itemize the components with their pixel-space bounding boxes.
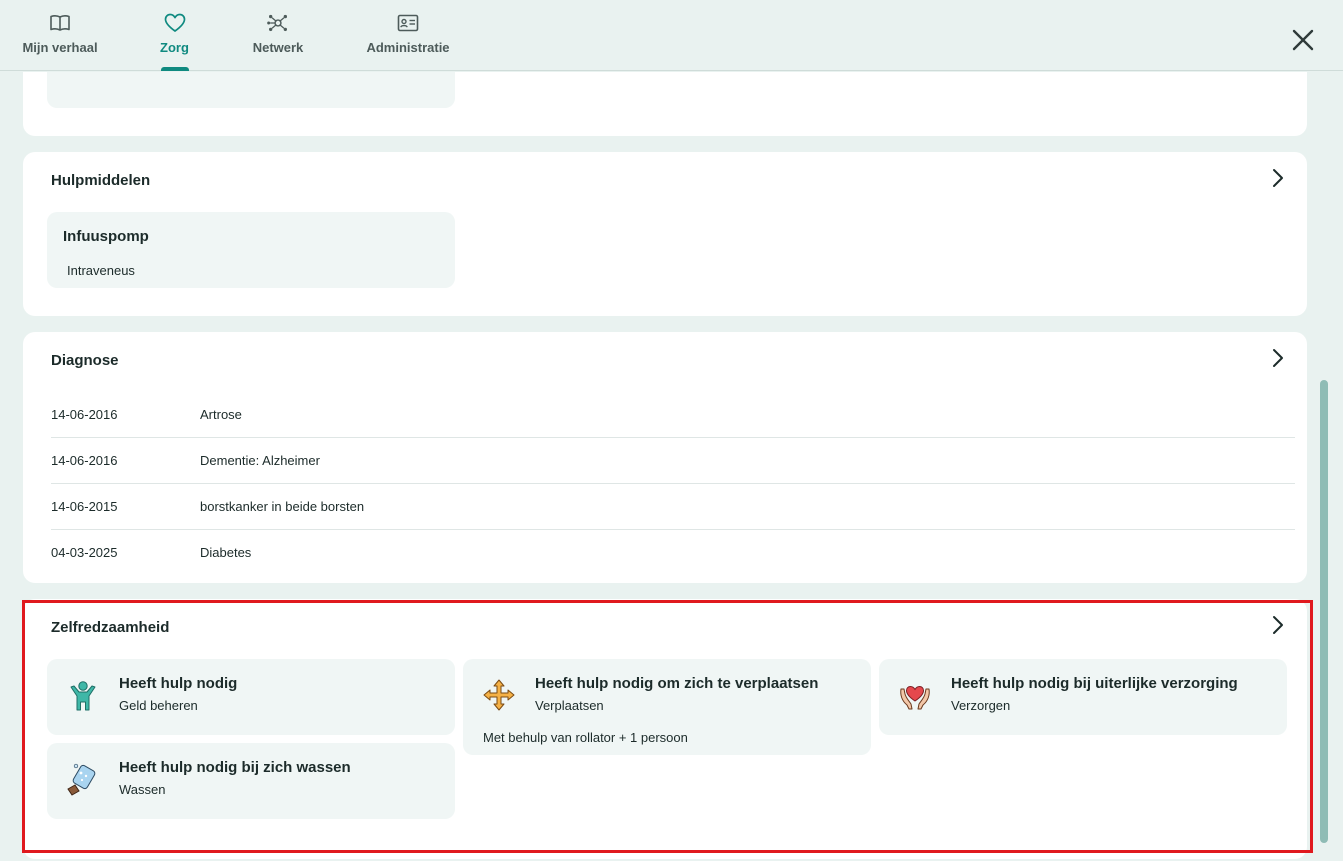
tab-label: Zorg bbox=[160, 40, 189, 55]
diagnose-row: 14-06-2016 Artrose bbox=[51, 392, 1295, 438]
care-content[interactable]: Hulpmiddelen Infuuspomp Intraveneus Diag… bbox=[0, 72, 1343, 861]
diagnose-date: 14-06-2016 bbox=[51, 407, 118, 422]
section-title: Diagnose bbox=[51, 352, 119, 369]
hulpmiddel-tile[interactable]: Infuuspomp Intraveneus bbox=[47, 212, 455, 288]
id-card-icon bbox=[397, 12, 419, 34]
tab-label: Mijn verhaal bbox=[22, 40, 98, 55]
active-tab-indicator bbox=[160, 67, 189, 71]
chevron-right-icon[interactable] bbox=[1269, 348, 1287, 368]
tab-label: Netwerk bbox=[252, 40, 304, 55]
zelfredzaamheid-tile[interactable]: Heeft hulp nodig Geld beheren bbox=[47, 659, 455, 735]
heart-icon bbox=[164, 12, 186, 34]
zelfredzaamheid-tile[interactable]: Heeft hulp nodig bij uiterlijke verzorgi… bbox=[879, 659, 1287, 735]
tile-title: Heeft hulp nodig bij uiterlijke verzorgi… bbox=[951, 675, 1238, 692]
zelfredzaamheid-tile[interactable]: Heeft hulp nodig om zich te verplaatsen … bbox=[463, 659, 871, 755]
washing-sponge-icon bbox=[65, 761, 101, 797]
diagnose-row: 14-06-2015 borstkanker in beide borsten bbox=[51, 484, 1295, 530]
zelfredzaamheid-tile[interactable]: Heeft hulp nodig bij zich wassen Wassen bbox=[47, 743, 455, 819]
tab-zorg[interactable]: Zorg bbox=[160, 0, 189, 71]
person-arms-up-icon bbox=[65, 677, 101, 713]
move-arrows-icon bbox=[481, 677, 517, 713]
diagnose-text: borstkanker in beide borsten bbox=[200, 499, 365, 514]
tile-title: Heeft hulp nodig bbox=[119, 675, 238, 692]
section-title: Zelfredzaamheid bbox=[51, 619, 170, 636]
scrollbar-thumb[interactable] bbox=[1320, 380, 1328, 843]
tile-subtitle: Wassen bbox=[119, 782, 166, 797]
diagnose-text: Diabetes bbox=[200, 545, 252, 560]
chevron-right-icon[interactable] bbox=[1269, 168, 1287, 188]
diagnose-text: Artrose bbox=[200, 407, 242, 422]
diagnose-text: Dementie: Alzheimer bbox=[200, 453, 320, 468]
diagnose-date: 04-03-2025 bbox=[51, 545, 118, 560]
close-button[interactable] bbox=[1288, 27, 1318, 57]
network-icon bbox=[267, 12, 289, 34]
zelfredzaamheid-card: Zelfredzaamheid Heeft hulp nodig Geld be… bbox=[23, 599, 1307, 859]
tile-subtitle: Verplaatsen bbox=[535, 698, 604, 713]
hands-heart-icon bbox=[897, 677, 933, 713]
tile-title: Heeft hulp nodig bij zich wassen bbox=[119, 759, 351, 776]
tile-subtitle: Geld beheren bbox=[119, 698, 198, 713]
hulpmiddel-name: Infuuspomp bbox=[63, 228, 149, 245]
previous-section-tile bbox=[47, 72, 455, 108]
tab-administratie[interactable]: Administratie bbox=[366, 0, 450, 71]
diagnose-row: 04-03-2025 Diabetes bbox=[51, 530, 1295, 576]
diagnose-date: 14-06-2015 bbox=[51, 499, 118, 514]
hulpmiddelen-card: Hulpmiddelen Infuuspomp Intraveneus bbox=[23, 152, 1307, 316]
close-icon bbox=[1292, 29, 1314, 56]
diagnose-row: 14-06-2016 Dementie: Alzheimer bbox=[51, 438, 1295, 484]
tile-title: Heeft hulp nodig om zich te verplaatsen bbox=[535, 675, 819, 692]
diagnose-card: Diagnose 14-06-2016 Artrose 14-06-2016 D… bbox=[23, 332, 1307, 583]
previous-section-card bbox=[23, 72, 1307, 136]
tile-subtitle: Verzorgen bbox=[951, 698, 1011, 713]
tab-mijn-verhaal[interactable]: Mijn verhaal bbox=[22, 0, 98, 71]
book-icon bbox=[49, 12, 71, 34]
chevron-right-icon[interactable] bbox=[1269, 615, 1287, 635]
tile-note: Met behulp van rollator + 1 persoon bbox=[483, 730, 688, 745]
tab-netwerk[interactable]: Netwerk bbox=[252, 0, 304, 71]
diagnose-date: 14-06-2016 bbox=[51, 453, 118, 468]
tab-label: Administratie bbox=[366, 40, 450, 55]
hulpmiddel-detail: Intraveneus bbox=[67, 263, 135, 278]
top-navigation: Mijn verhaal Zorg Netwerk Administratie bbox=[0, 0, 1343, 71]
section-title: Hulpmiddelen bbox=[51, 172, 151, 189]
